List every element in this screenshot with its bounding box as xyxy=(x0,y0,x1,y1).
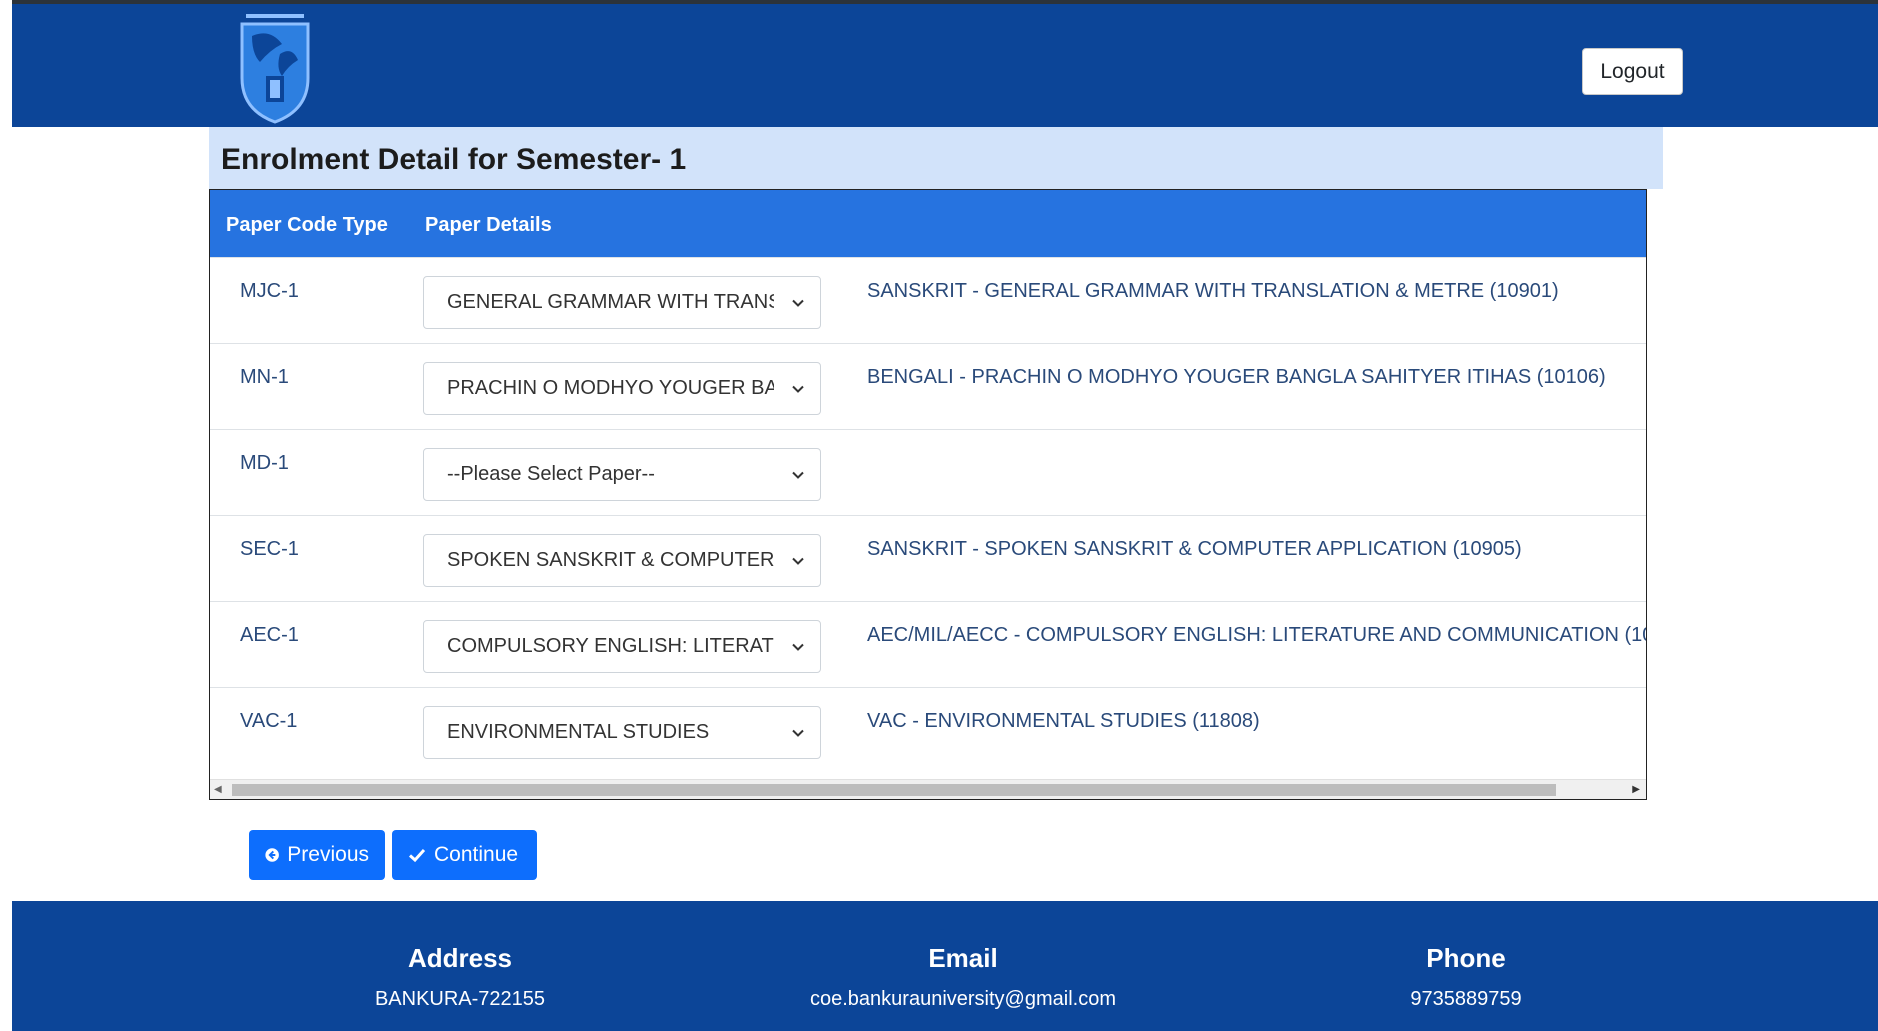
page-title-bar: Enrolment Detail for Semester- 1 xyxy=(209,127,1663,189)
continue-button[interactable]: Continue xyxy=(392,830,537,880)
table-row: VAC-1 ENVIRONMENTAL STUDIES VAC - ENVIRO… xyxy=(210,687,1646,773)
check-icon xyxy=(408,848,426,863)
column-header-paper-details: Paper Details xyxy=(425,214,552,236)
arrow-circle-left-icon xyxy=(265,848,279,862)
table-row: MN-1 PRACHIN O MODHYO YOUGER BAN BENGALI… xyxy=(210,343,1646,429)
chevron-down-icon xyxy=(792,557,804,565)
table-row: AEC-1 COMPULSORY ENGLISH: LITERATUR AEC/… xyxy=(210,601,1646,687)
footer-email-heading: Email xyxy=(928,943,998,973)
paper-select-vac-1[interactable]: ENVIRONMENTAL STUDIES xyxy=(423,706,821,759)
horizontal-scrollbar[interactable]: ◀ ▶ xyxy=(210,779,1646,799)
university-logo xyxy=(240,14,310,124)
paper-code: MJC-1 xyxy=(240,280,299,302)
paper-select-mn-1[interactable]: PRACHIN O MODHYO YOUGER BAN xyxy=(423,362,821,415)
footer-address-heading: Address xyxy=(407,943,513,973)
continue-label: Continue xyxy=(434,843,519,866)
paper-code: SEC-1 xyxy=(240,538,299,560)
paper-select-value: COMPULSORY ENGLISH: LITERATUR xyxy=(447,635,774,657)
enrolment-table: Paper Code Type Paper Details MJC-1 GENE… xyxy=(209,189,1647,800)
footer-phone-value: 9735889759 xyxy=(1410,988,1522,1010)
footer-address: Address BANKURA-722155 xyxy=(375,943,545,1011)
paper-code: AEC-1 xyxy=(240,624,299,646)
paper-detail: BENGALI - PRACHIN O MODHYO YOUGER BANGLA… xyxy=(867,366,1606,388)
paper-code: VAC-1 xyxy=(240,710,298,732)
paper-code: MN-1 xyxy=(240,366,289,388)
table-row: MJC-1 GENERAL GRAMMAR WITH TRANSL SANSKR… xyxy=(210,257,1646,343)
page-title: Enrolment Detail for Semester- 1 xyxy=(221,143,687,176)
paper-detail: SANSKRIT - GENERAL GRAMMAR WITH TRANSLAT… xyxy=(867,280,1559,302)
site-header: Logout xyxy=(12,4,1878,127)
logout-button[interactable]: Logout xyxy=(1582,48,1683,95)
paper-detail: AEC/MIL/AECC - COMPULSORY ENGLISH: LITER… xyxy=(867,624,1647,646)
paper-select-mjc-1[interactable]: GENERAL GRAMMAR WITH TRANSL xyxy=(423,276,821,329)
paper-code: MD-1 xyxy=(240,452,289,474)
paper-select-md-1[interactable]: --Please Select Paper-- xyxy=(423,448,821,501)
table-row: SEC-1 SPOKEN SANSKRIT & COMPUTER A SANSK… xyxy=(210,515,1646,601)
scroll-right-icon[interactable]: ▶ xyxy=(1632,784,1640,795)
previous-button[interactable]: Previous xyxy=(249,830,385,880)
paper-select-value: GENERAL GRAMMAR WITH TRANSL xyxy=(447,291,774,313)
column-header-paper-code-type: Paper Code Type xyxy=(226,214,388,236)
footer-email: Email coe.bankurauniversity@gmail.com xyxy=(810,943,1116,1011)
previous-label: Previous xyxy=(287,843,369,866)
footer-email-value[interactable]: coe.bankurauniversity@gmail.com xyxy=(810,988,1116,1011)
paper-select-value: ENVIRONMENTAL STUDIES xyxy=(447,721,710,743)
paper-select-sec-1[interactable]: SPOKEN SANSKRIT & COMPUTER A xyxy=(423,534,821,587)
paper-detail: SANSKRIT - SPOKEN SANSKRIT & COMPUTER AP… xyxy=(867,538,1522,560)
footer-phone: Phone 9735889759 xyxy=(1410,943,1521,1011)
table-row: MD-1 --Please Select Paper-- xyxy=(210,429,1646,515)
footer-phone-heading: Phone xyxy=(1426,943,1506,973)
scrollbar-thumb[interactable] xyxy=(232,784,1556,796)
site-footer: Address BANKURA-722155 Email coe.bankura… xyxy=(12,901,1878,1031)
paper-select-value: --Please Select Paper-- xyxy=(447,463,655,485)
chevron-down-icon xyxy=(792,299,804,307)
paper-select-value: PRACHIN O MODHYO YOUGER BAN xyxy=(447,377,774,399)
scroll-left-icon[interactable]: ◀ xyxy=(214,784,222,795)
chevron-down-icon xyxy=(792,471,804,479)
footer-address-value: BANKURA-722155 xyxy=(374,988,546,1010)
paper-detail: VAC - ENVIRONMENTAL STUDIES (11808) xyxy=(867,710,1260,732)
chevron-down-icon xyxy=(792,643,804,651)
paper-select-aec-1[interactable]: COMPULSORY ENGLISH: LITERATUR xyxy=(423,620,821,673)
table-header: Paper Code Type Paper Details xyxy=(210,190,1646,257)
chevron-down-icon xyxy=(792,729,804,737)
chevron-down-icon xyxy=(792,385,804,393)
paper-select-value: SPOKEN SANSKRIT & COMPUTER A xyxy=(447,549,774,571)
